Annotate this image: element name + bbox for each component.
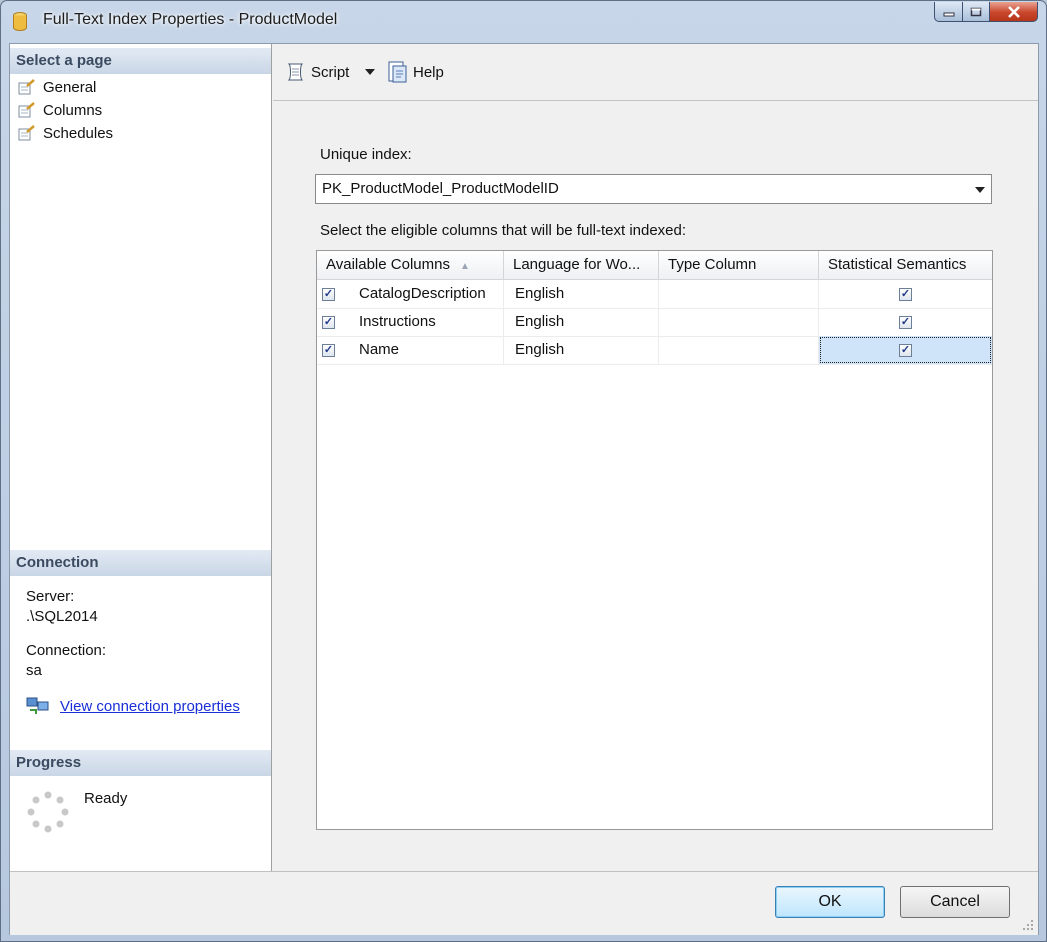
unique-index-value: PK_ProductModel_ProductModelID bbox=[322, 180, 559, 197]
script-label: Script bbox=[311, 63, 350, 81]
table-row[interactable]: ✓ CatalogDescription English ✓ bbox=[317, 280, 992, 309]
script-icon bbox=[287, 63, 304, 81]
window-controls bbox=[934, 2, 1038, 22]
page-item-schedules[interactable]: Schedules bbox=[18, 122, 113, 144]
type-column-cell[interactable] bbox=[659, 336, 819, 364]
table-row[interactable]: ✓ Instructions English ✓ bbox=[317, 308, 992, 337]
eligible-columns-label: Select the eligible columns that will be… bbox=[320, 222, 687, 239]
available-column-cell[interactable]: ✓ Instructions bbox=[317, 308, 504, 336]
available-column-cell[interactable]: ✓ CatalogDescription bbox=[317, 280, 504, 308]
dropdown-arrow-icon bbox=[365, 69, 375, 75]
statistical-semantics-cell[interactable]: ✓ bbox=[819, 280, 992, 308]
type-column-cell[interactable] bbox=[659, 308, 819, 336]
database-icon bbox=[13, 12, 27, 31]
help-button[interactable]: Help bbox=[385, 60, 444, 84]
include-column-checkbox[interactable]: ✓ bbox=[322, 288, 335, 301]
statistical-semantics-cell[interactable]: ✓ bbox=[819, 336, 992, 364]
unique-index-label: Unique index: bbox=[320, 146, 412, 163]
columns-grid[interactable]: Available Columns ▲ Language for Wo... Ty… bbox=[316, 250, 993, 830]
view-connection-properties-link[interactable]: View connection properties bbox=[26, 696, 240, 716]
page-properties-icon bbox=[18, 79, 35, 95]
header-available-columns[interactable]: Available Columns ▲ bbox=[317, 251, 504, 279]
page-item-label: Schedules bbox=[43, 124, 114, 142]
close-icon bbox=[1007, 5, 1020, 18]
dialog-button-bar: OK Cancel bbox=[10, 871, 1038, 935]
progress-spinner-icon bbox=[27, 791, 69, 833]
unique-index-select[interactable]: PK_ProductModel_ProductModelID bbox=[315, 174, 992, 204]
statistical-semantics-checkbox[interactable]: ✓ bbox=[899, 344, 912, 357]
progress-status: Ready bbox=[84, 790, 128, 807]
minimize-button[interactable] bbox=[934, 2, 963, 22]
page-item-general[interactable]: General bbox=[18, 76, 96, 98]
window-title: Full-Text Index Properties - ProductMode… bbox=[43, 11, 338, 28]
right-pane: Script Help Unique index: PK_ProductMode… bbox=[273, 44, 1038, 871]
title-bar[interactable]: Full-Text Index Properties - ProductMode… bbox=[1, 1, 1046, 43]
server-value: .\SQL2014 bbox=[26, 608, 98, 625]
toolbar: Script Help bbox=[273, 44, 1038, 101]
script-dropdown-button[interactable] bbox=[365, 60, 375, 84]
column-name: CatalogDescription bbox=[359, 285, 486, 302]
page-properties-icon bbox=[18, 125, 35, 141]
language-cell[interactable]: English bbox=[504, 280, 659, 308]
available-column-cell[interactable]: ✓ Name bbox=[317, 336, 504, 364]
include-column-checkbox[interactable]: ✓ bbox=[322, 316, 335, 329]
close-button[interactable] bbox=[990, 2, 1038, 22]
language-cell[interactable]: English bbox=[504, 336, 659, 364]
statistical-semantics-cell[interactable]: ✓ bbox=[819, 308, 992, 336]
header-statistical-semantics[interactable]: Statistical Semantics bbox=[819, 251, 992, 279]
statistical-semantics-checkbox[interactable]: ✓ bbox=[899, 288, 912, 301]
header-type-column[interactable]: Type Column bbox=[659, 251, 819, 279]
header-label: Available Columns bbox=[326, 256, 450, 273]
column-name: Instructions bbox=[359, 313, 436, 330]
minimize-icon bbox=[943, 12, 954, 16]
dropdown-arrow-icon[interactable] bbox=[975, 187, 985, 193]
help-icon bbox=[388, 61, 407, 83]
header-language[interactable]: Language for Wo... bbox=[504, 251, 659, 279]
view-connection-properties-text[interactable]: View connection properties bbox=[60, 698, 240, 715]
connection-header: Connection bbox=[10, 550, 271, 576]
maximize-button[interactable] bbox=[963, 2, 990, 22]
dialog-window: Full-Text Index Properties - ProductMode… bbox=[0, 0, 1047, 942]
grid-header: Available Columns ▲ Language for Wo... Ty… bbox=[317, 251, 992, 280]
left-pane: Select a page General Columns Schedules … bbox=[10, 44, 272, 871]
language-value: English bbox=[515, 285, 565, 302]
type-column-cell[interactable] bbox=[659, 280, 819, 308]
help-label: Help bbox=[413, 63, 444, 81]
connection-properties-icon bbox=[26, 697, 49, 714]
server-label: Server: bbox=[26, 588, 75, 605]
page-item-columns[interactable]: Columns bbox=[18, 99, 102, 121]
statistical-semantics-checkbox[interactable]: ✓ bbox=[899, 316, 912, 329]
connection-value: sa bbox=[26, 662, 42, 679]
language-value: English bbox=[515, 313, 565, 330]
language-value: English bbox=[515, 341, 565, 358]
connection-label: Connection: bbox=[26, 642, 107, 659]
page-item-label: General bbox=[43, 78, 97, 96]
page-properties-icon bbox=[18, 102, 35, 118]
cancel-button[interactable]: Cancel bbox=[900, 886, 1010, 918]
column-name: Name bbox=[359, 341, 400, 358]
language-cell[interactable]: English bbox=[504, 308, 659, 336]
select-page-header: Select a page bbox=[10, 48, 271, 74]
progress-header: Progress bbox=[10, 750, 271, 776]
dialog-client-area: Select a page General Columns Schedules … bbox=[9, 43, 1039, 935]
ok-button[interactable]: OK bbox=[775, 886, 885, 918]
script-button[interactable]: Script bbox=[285, 60, 349, 84]
page-item-label: Columns bbox=[43, 101, 103, 119]
table-row[interactable]: ✓ Name English ✓ bbox=[317, 336, 992, 365]
maximize-icon bbox=[970, 7, 982, 16]
resize-grip-icon[interactable] bbox=[1022, 919, 1034, 931]
include-column-checkbox[interactable]: ✓ bbox=[322, 344, 335, 357]
sort-ascending-icon: ▲ bbox=[459, 261, 470, 272]
